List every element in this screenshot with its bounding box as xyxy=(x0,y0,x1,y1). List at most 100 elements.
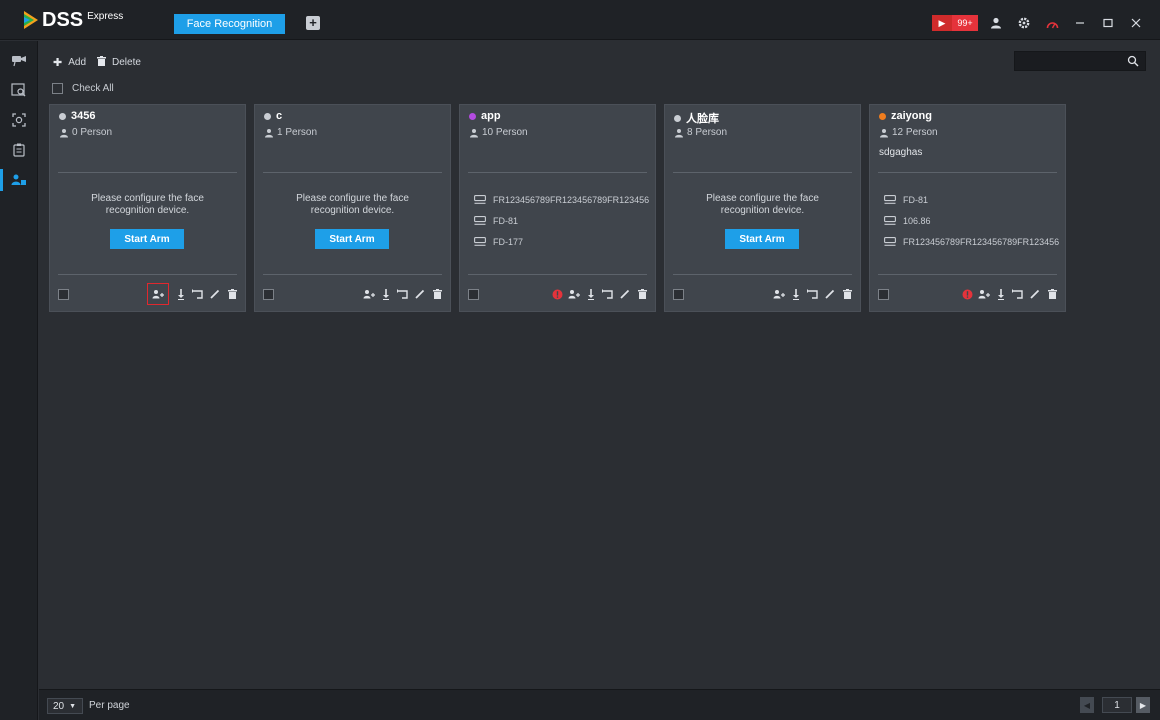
toolbar: ✚ Add Delete xyxy=(39,41,1160,77)
import-icon[interactable] xyxy=(789,286,803,302)
gear-icon[interactable] xyxy=(1014,15,1034,31)
device-item[interactable]: 106.86 xyxy=(884,210,1059,231)
edit-icon[interactable] xyxy=(618,286,632,302)
import-icon[interactable] xyxy=(994,286,1008,302)
person-icon xyxy=(60,128,68,137)
plus-icon: ✚ xyxy=(53,56,63,69)
card-checkbox[interactable] xyxy=(468,288,479,300)
sidebar-item-face-capture[interactable] xyxy=(0,105,38,135)
device-item[interactable]: FD-81 xyxy=(884,189,1059,210)
back-icon[interactable] xyxy=(806,286,820,302)
card-footer xyxy=(673,286,854,302)
edit-icon[interactable] xyxy=(823,286,837,302)
next-page-button[interactable]: ▶ xyxy=(1136,697,1150,713)
sidebar-item-face-database[interactable] xyxy=(0,165,38,195)
user-icon[interactable] xyxy=(986,15,1006,31)
device-item[interactable]: FD-177 xyxy=(474,231,649,252)
warning-icon[interactable] xyxy=(960,286,974,302)
add-person-icon[interactable] xyxy=(362,286,376,302)
back-icon[interactable] xyxy=(191,286,205,302)
delete-button[interactable]: Delete xyxy=(97,55,141,69)
card-footer xyxy=(468,286,649,302)
prev-page-button[interactable]: ◀ xyxy=(1080,697,1094,713)
search-box xyxy=(1014,51,1146,71)
performance-gauge-icon[interactable] xyxy=(1042,15,1062,31)
add-person-icon[interactable] xyxy=(977,286,991,302)
card-name: zaiyong xyxy=(891,110,932,122)
face-library-card[interactable]: zaiyong 12 Person sdgaghas FD-81 106.86 … xyxy=(869,104,1066,312)
tab-face-recognition[interactable]: Face Recognition xyxy=(174,14,285,34)
add-tab-icon[interactable]: + xyxy=(306,16,320,30)
back-icon[interactable] xyxy=(601,286,615,302)
add-person-icon[interactable] xyxy=(772,286,786,302)
device-name: FD-177 xyxy=(493,236,524,247)
device-icon xyxy=(884,237,896,246)
start-arm-button[interactable]: Start Arm xyxy=(725,229,799,249)
trash-icon[interactable] xyxy=(1045,286,1059,302)
import-icon[interactable] xyxy=(174,286,188,302)
device-item[interactable]: FD-81 xyxy=(474,210,649,231)
import-icon[interactable] xyxy=(584,286,598,302)
app-logo: DSS Express xyxy=(22,8,123,32)
configure-message: Please configure the face recognition de… xyxy=(91,193,204,216)
face-library-card[interactable]: c 1 Person Please configure the face rec… xyxy=(254,104,451,312)
alarm-button[interactable]: ▶ 99+ xyxy=(932,15,978,31)
check-all[interactable]: Check All xyxy=(52,83,114,94)
person-count-text: 12 Person xyxy=(892,127,938,138)
card-checkbox[interactable] xyxy=(878,288,889,300)
sidebar-item-records[interactable] xyxy=(0,135,38,165)
device-icon xyxy=(884,216,896,225)
trash-icon[interactable] xyxy=(225,286,239,302)
warning-icon[interactable] xyxy=(550,286,564,302)
card-checkbox[interactable] xyxy=(673,288,684,300)
logo-icon xyxy=(24,11,38,29)
card-actions xyxy=(147,283,239,305)
device-name: FR123456789FR123456789FR123456789 xyxy=(493,194,649,205)
trash-icon[interactable] xyxy=(840,286,854,302)
person-icon xyxy=(880,128,888,137)
sidebar-item-live-view[interactable] xyxy=(0,45,38,75)
edit-icon[interactable] xyxy=(1028,286,1042,302)
face-library-card[interactable]: 3456 0 Person Please configure the face … xyxy=(49,104,246,312)
start-arm-button[interactable]: Start Arm xyxy=(110,229,184,249)
card-name: app xyxy=(481,110,501,122)
person-count: 1 Person xyxy=(264,127,317,138)
back-icon[interactable] xyxy=(396,286,410,302)
card-title: 人脸库 xyxy=(674,110,719,126)
card-checkbox[interactable] xyxy=(263,288,274,300)
close-icon[interactable] xyxy=(1126,15,1146,31)
per-page-select[interactable]: 20 ▼ xyxy=(47,698,83,714)
back-icon[interactable] xyxy=(1011,286,1025,302)
card-checkbox[interactable] xyxy=(58,288,69,300)
face-library-card[interactable]: 人脸库 8 Person Please configure the face r… xyxy=(664,104,861,312)
person-icon xyxy=(470,128,478,137)
card-footer xyxy=(878,286,1059,302)
add-person-icon[interactable] xyxy=(567,286,581,302)
edit-icon[interactable] xyxy=(208,286,222,302)
import-icon[interactable] xyxy=(379,286,393,302)
start-arm-button[interactable]: Start Arm xyxy=(315,229,389,249)
add-person-icon[interactable] xyxy=(147,283,169,305)
trash-icon[interactable] xyxy=(430,286,444,302)
pagination-bar: 20 ▼ Per page ◀ 1 ▶ xyxy=(39,689,1160,720)
minimize-icon[interactable] xyxy=(1070,15,1090,31)
person-count: 10 Person xyxy=(469,127,528,138)
check-all-checkbox[interactable] xyxy=(52,83,63,94)
sidebar-item-face-search[interactable] xyxy=(0,75,38,105)
card-name: 人脸库 xyxy=(686,113,719,125)
search-input[interactable] xyxy=(1015,52,1125,70)
add-button[interactable]: ✚ Add xyxy=(53,55,86,69)
face-library-card[interactable]: app 10 Person FR123456789FR123456789FR12… xyxy=(459,104,656,312)
edit-icon[interactable] xyxy=(413,286,427,302)
person-count: 0 Person xyxy=(59,127,112,138)
card-name: c xyxy=(276,110,283,122)
titlebar-controls: ▶ 99+ xyxy=(932,15,1146,31)
device-item[interactable]: FR123456789FR123456789FR123456789 xyxy=(474,189,649,210)
maximize-icon[interactable] xyxy=(1098,15,1118,31)
page-number[interactable]: 1 xyxy=(1102,697,1132,713)
search-icon[interactable] xyxy=(1127,55,1139,67)
trash-icon[interactable] xyxy=(635,286,649,302)
divider xyxy=(58,274,237,275)
title-bar: DSS Express Face Recognition + ▶ 99+ xyxy=(0,0,1160,40)
device-item[interactable]: FR123456789FR123456789FR123456789 xyxy=(884,231,1059,252)
